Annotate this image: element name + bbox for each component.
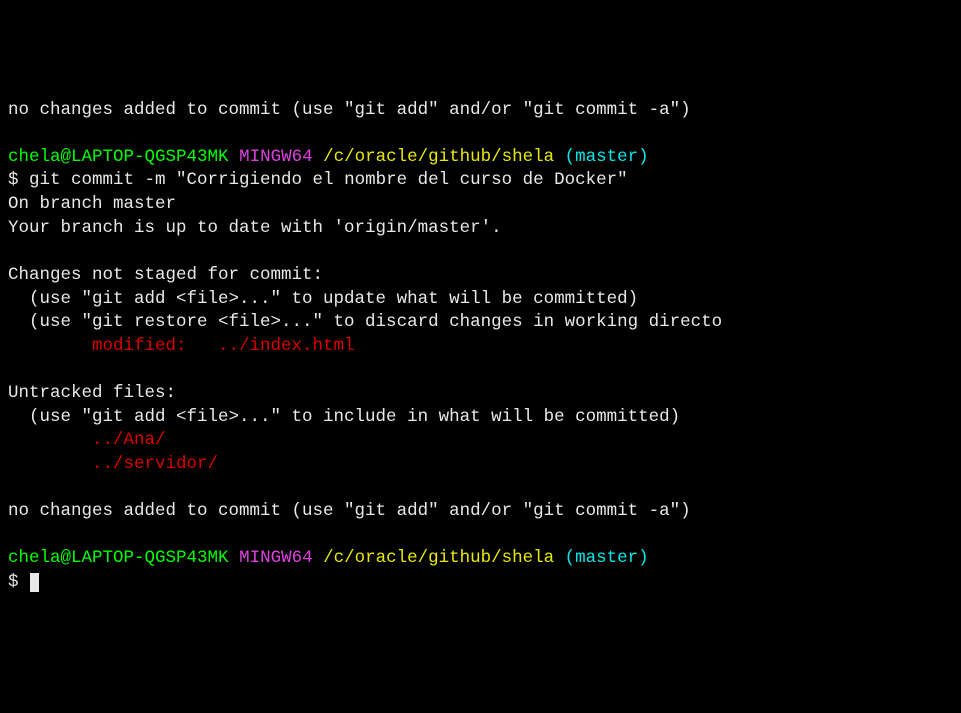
prompt-user: chela@LAPTOP-QGSP43MK — [8, 147, 229, 167]
modified-file: modified: ../index.html — [8, 335, 953, 359]
blank-line — [8, 122, 953, 146]
output-line: Untracked files: — [8, 382, 953, 406]
blank-line — [8, 358, 953, 382]
output-line: Changes not staged for commit: — [8, 264, 953, 288]
output-line: no changes added to commit (use "git add… — [8, 500, 953, 524]
prompt-dollar: $ — [8, 572, 29, 592]
prompt-branch: (master) — [565, 548, 649, 568]
command-text: git commit -m "Corrigiendo el nombre del… — [29, 170, 628, 190]
untracked-file: ../servidor/ — [8, 453, 953, 477]
command-input-line[interactable]: $ — [8, 571, 953, 595]
prompt-line: chela@LAPTOP-QGSP43MK MINGW64 /c/oracle/… — [8, 547, 953, 571]
untracked-file: ../Ana/ — [8, 429, 953, 453]
blank-line — [8, 524, 953, 548]
blank-line — [8, 240, 953, 264]
prompt-branch: (master) — [565, 147, 649, 167]
prompt-dollar: $ — [8, 170, 29, 190]
command-line: $ git commit -m "Corrigiendo el nombre d… — [8, 169, 953, 193]
prompt-path: /c/oracle/github/shela — [323, 147, 554, 167]
prompt-line: chela@LAPTOP-QGSP43MK MINGW64 /c/oracle/… — [8, 146, 953, 170]
prompt-env: MINGW64 — [239, 147, 313, 167]
output-line: On branch master — [8, 193, 953, 217]
prompt-user: chela@LAPTOP-QGSP43MK — [8, 548, 229, 568]
output-line: (use "git add <file>..." to include in w… — [8, 406, 953, 430]
blank-line — [8, 477, 953, 501]
prompt-env: MINGW64 — [239, 548, 313, 568]
output-line: (use "git add <file>..." to update what … — [8, 288, 953, 312]
output-line: Your branch is up to date with 'origin/m… — [8, 217, 953, 241]
output-line: (use "git restore <file>..." to discard … — [8, 311, 953, 335]
prompt-path: /c/oracle/github/shela — [323, 548, 554, 568]
terminal-output: no changes added to commit (use "git add… — [8, 99, 953, 595]
output-line: no changes added to commit (use "git add… — [8, 99, 953, 123]
cursor-icon — [30, 573, 39, 592]
